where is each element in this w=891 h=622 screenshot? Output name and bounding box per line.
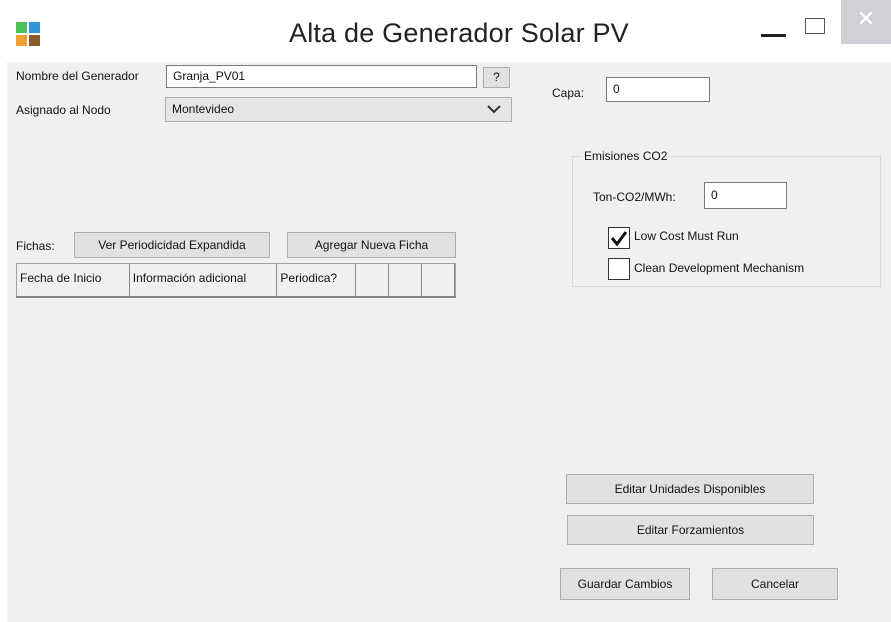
close-icon[interactable]: ✕ xyxy=(841,0,891,44)
ton-co2-input[interactable]: 0 xyxy=(704,182,787,209)
ver-periodicidad-button[interactable]: Ver Periodicidad Expandida xyxy=(74,232,270,258)
capa-label: Capa: xyxy=(552,86,585,100)
low-cost-must-run-checkbox[interactable] xyxy=(608,227,630,249)
cancelar-button[interactable]: Cancelar xyxy=(712,568,838,600)
chevron-down-icon xyxy=(487,105,501,114)
column-header[interactable] xyxy=(422,264,456,296)
editar-forzamientos-button[interactable]: Editar Forzamientos xyxy=(567,515,814,545)
help-button[interactable]: ? xyxy=(483,67,510,88)
nodo-select-value: Montevideo xyxy=(172,102,235,116)
fichas-label: Fichas: xyxy=(16,239,55,253)
editar-unidades-button[interactable]: Editar Unidades Disponibles xyxy=(566,474,814,504)
low-cost-must-run-label: Low Cost Must Run xyxy=(634,229,739,243)
guardar-button[interactable]: Guardar Cambios xyxy=(560,568,690,600)
ton-co2-label: Ton-CO2/MWh: xyxy=(593,190,676,204)
checkmark-icon xyxy=(610,231,628,247)
nodo-select[interactable]: Montevideo xyxy=(165,97,512,122)
column-header[interactable]: Información adicional xyxy=(130,264,278,296)
clean-development-checkbox[interactable] xyxy=(608,258,630,280)
column-header[interactable] xyxy=(356,264,390,296)
nodo-label: Asignado al Nodo xyxy=(16,103,111,117)
minimize-icon[interactable] xyxy=(761,34,786,37)
nombre-label: Nombre del Generador xyxy=(16,69,139,83)
window-title: Alta de Generador Solar PV xyxy=(289,18,629,48)
clean-development-label: Clean Development Mechanism xyxy=(634,261,805,275)
emisiones-title: Emisiones CO2 xyxy=(581,149,671,163)
maximize-icon[interactable] xyxy=(805,18,825,34)
column-header[interactable]: Fecha de Inicio xyxy=(17,264,130,296)
title-bar: Alta de Generador Solar PV ✕ xyxy=(0,0,891,62)
fichas-table: Fecha de Inicio Información adicional Pe… xyxy=(16,263,456,298)
nombre-input[interactable]: Granja_PV01 xyxy=(166,65,477,88)
column-header[interactable]: Periodica? xyxy=(277,264,357,296)
app-icon xyxy=(16,22,40,46)
column-header[interactable] xyxy=(389,264,423,296)
capa-input[interactable]: 0 xyxy=(606,77,710,102)
agregar-ficha-button[interactable]: Agregar Nueva Ficha xyxy=(287,232,456,258)
